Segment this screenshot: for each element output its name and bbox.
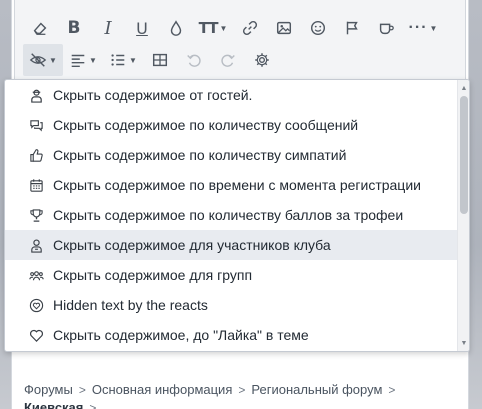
bold-icon: B — [67, 18, 81, 38]
undo-icon — [187, 54, 201, 67]
breadcrumb-item-forums[interactable]: Форумы — [24, 382, 73, 397]
bold-button[interactable]: B — [57, 12, 91, 44]
editor-toolbar: B I U TT ▼ ··· ▼ ▼ ▼ ▼ — [14, 0, 466, 80]
droplet-icon — [170, 20, 182, 36]
eraser-icon — [33, 22, 47, 35]
breadcrumb-item-main-info[interactable]: Основная информация — [92, 382, 233, 397]
dropdown-item-hide-groups[interactable]: Скрыть содержимое для групп — [5, 260, 457, 290]
dropdown-item-label: Скрыть содержимое от гостей. — [53, 87, 253, 103]
align-left-icon — [71, 54, 85, 68]
undo-button[interactable] — [177, 44, 211, 76]
list-icon — [111, 54, 125, 66]
insert-media-button[interactable] — [369, 12, 403, 44]
user-badge-icon — [27, 236, 45, 254]
dropdown-list: Скрыть содержимое от гостей. Скрыть соде… — [5, 80, 457, 350]
dropdown-item-label: Скрыть содержимое по количеству баллов з… — [53, 207, 404, 223]
chevron-down-icon: ▼ — [429, 23, 438, 33]
user-secret-icon — [27, 86, 45, 104]
chevron-right-icon: > — [388, 383, 396, 397]
breadcrumb-item-kyiv[interactable]: Киевская — [24, 400, 83, 409]
trophy-icon — [27, 206, 45, 224]
dropdown-item-label: Скрыть содержимое для групп — [53, 267, 253, 283]
comments-icon — [27, 116, 45, 134]
dropdown-item-label: Скрыть содержимое по количеству симпатий — [53, 147, 347, 163]
calendar-icon — [27, 176, 45, 194]
chevron-right-icon: > — [78, 383, 86, 397]
breadcrumb: Форумы > Основная информация > Региональный … — [24, 381, 464, 409]
insert-link-button[interactable] — [233, 12, 267, 44]
dropdown-item-label: Скрыть содержимое для участников клуба — [53, 237, 331, 253]
dropdown-item-hide-reacts[interactable]: Hidden text by the reacts — [5, 290, 457, 320]
flag-button[interactable] — [335, 12, 369, 44]
more-options-button[interactable]: ··· ▼ — [403, 12, 443, 44]
users-icon — [27, 266, 45, 284]
scroll-up-icon[interactable]: ▲ — [458, 82, 469, 94]
emoji-button[interactable] — [301, 12, 335, 44]
eye-slash-icon — [29, 53, 47, 67]
chevron-down-icon: ▼ — [219, 23, 228, 33]
toolbar-row-2: ▼ ▼ ▼ — [23, 44, 279, 76]
chevron-right-icon: > — [238, 383, 246, 397]
dropdown-item-label: Скрыть содержимое, до "Лайка" в теме — [53, 327, 309, 343]
heart-circle-icon — [27, 296, 45, 314]
dropdown-item-hide-trophies[interactable]: Скрыть содержимое по количеству баллов з… — [5, 200, 457, 230]
dropdown-item-hide-posts[interactable]: Скрыть содержимое по количеству сообщени… — [5, 110, 457, 140]
scroll-down-icon[interactable]: ▼ — [458, 337, 469, 349]
settings-button[interactable] — [245, 44, 279, 76]
redo-button[interactable] — [211, 44, 245, 76]
chevron-down-icon: ▼ — [89, 55, 97, 65]
italic-icon: I — [104, 17, 112, 39]
font-size-icon: TT — [198, 19, 219, 37]
hide-content-button[interactable]: ▼ — [23, 44, 63, 76]
heart-icon — [27, 326, 45, 344]
gear-icon — [255, 53, 269, 67]
thumbs-up-icon — [27, 146, 45, 164]
dropdown-item-hide-thread-like[interactable]: Скрыть содержимое, до "Лайка" в теме — [5, 320, 457, 350]
dropdown-item-hide-likes[interactable]: Скрыть содержимое по количеству симпатий — [5, 140, 457, 170]
smile-icon — [310, 20, 326, 36]
text-color-button[interactable] — [159, 12, 193, 44]
italic-button[interactable]: I — [91, 12, 125, 44]
dropdown-item-hide-guests[interactable]: Скрыть содержимое от гостей. — [5, 80, 457, 110]
image-icon — [276, 21, 292, 35]
chevron-down-icon: ▼ — [49, 55, 57, 65]
insert-image-button[interactable] — [267, 12, 301, 44]
breadcrumb-item-regional[interactable]: Региональный форум — [251, 382, 382, 397]
redo-icon — [221, 54, 235, 67]
underline-button[interactable]: U — [125, 12, 159, 44]
hide-content-dropdown: Скрыть содержимое от гостей. Скрыть соде… — [4, 79, 470, 352]
insert-table-button[interactable] — [143, 44, 177, 76]
dropdown-scrollbar[interactable]: ▲ ▼ — [457, 80, 469, 351]
table-icon — [152, 53, 168, 67]
font-size-button[interactable]: TT ▼ — [193, 12, 233, 44]
underline-icon: U — [136, 18, 148, 38]
list-button[interactable]: ▼ — [103, 44, 143, 76]
flag-icon — [346, 21, 358, 35]
dropdown-item-label: Скрыть содержимое по времени с момента р… — [53, 177, 421, 193]
ellipsis-icon: ··· — [408, 19, 428, 36]
link-icon — [242, 20, 258, 36]
coffee-icon — [379, 23, 394, 35]
toolbar-row-1: B I U TT ▼ ··· ▼ — [23, 12, 443, 44]
align-button[interactable]: ▼ — [63, 44, 103, 76]
dropdown-item-label: Скрыть содержимое по количеству сообщени… — [53, 117, 359, 133]
dropdown-item-hide-club[interactable]: Скрыть содержимое для участников клуба — [5, 230, 457, 260]
dropdown-item-label: Hidden text by the reacts — [53, 297, 208, 313]
scroll-thumb[interactable] — [460, 96, 468, 214]
clear-formatting-button[interactable] — [23, 12, 57, 44]
dropdown-item-hide-days[interactable]: Скрыть содержимое по времени с момента р… — [5, 170, 457, 200]
chevron-down-icon: ▼ — [129, 55, 137, 65]
chevron-right-icon: > — [89, 401, 97, 409]
